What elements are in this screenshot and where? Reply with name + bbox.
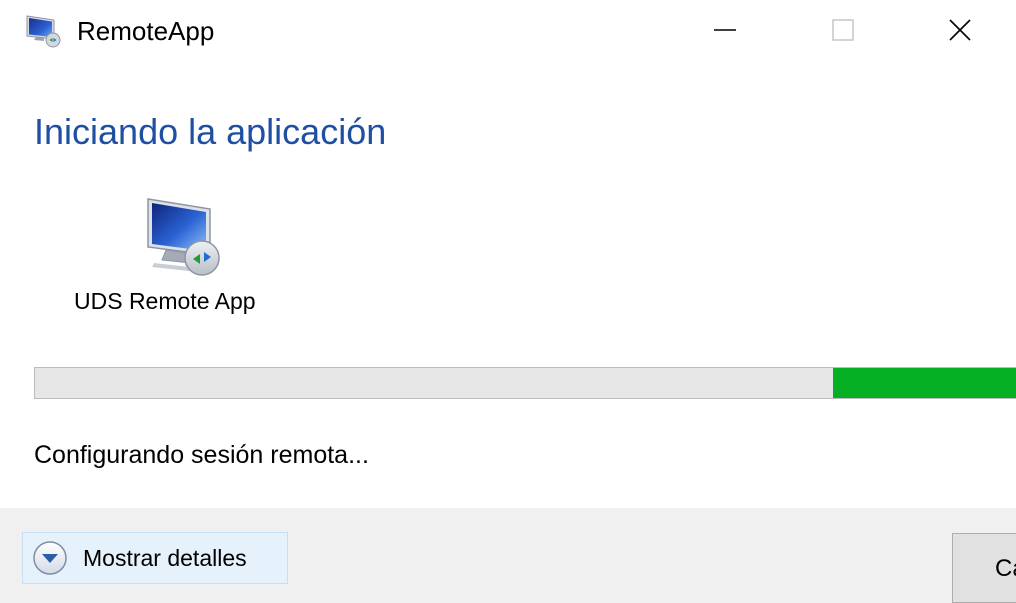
- minimize-button[interactable]: [695, 0, 755, 64]
- chevron-down-circle-icon: [31, 539, 69, 577]
- maximize-button: [813, 0, 873, 64]
- remote-desktop-monitor-icon: [140, 193, 226, 279]
- cancel-label: Ca: [995, 555, 1016, 582]
- show-details-button[interactable]: Mostrar detalles: [22, 532, 288, 584]
- remoteapp-monitor-icon: [24, 13, 64, 49]
- progress-bar: [34, 367, 1016, 399]
- close-icon: [948, 18, 972, 47]
- status-text: Configurando sesión remota...: [34, 441, 369, 469]
- footer-bar: Mostrar detalles Ca: [0, 508, 1016, 603]
- page-heading: Iniciando la aplicación: [34, 111, 387, 152]
- remote-app-name: UDS Remote App: [74, 288, 256, 314]
- progress-bar-fill: [833, 368, 1016, 398]
- title-bar[interactable]: RemoteApp: [0, 0, 1016, 64]
- window-title: RemoteApp: [77, 16, 215, 46]
- maximize-icon: [831, 18, 855, 47]
- minimize-icon: [713, 18, 737, 47]
- show-details-label: Mostrar detalles: [83, 545, 247, 571]
- remoteapp-window: RemoteApp Iniciando la aplicación UDS Re…: [0, 0, 1016, 603]
- close-button[interactable]: [930, 0, 990, 64]
- cancel-button[interactable]: Ca: [952, 533, 1016, 603]
